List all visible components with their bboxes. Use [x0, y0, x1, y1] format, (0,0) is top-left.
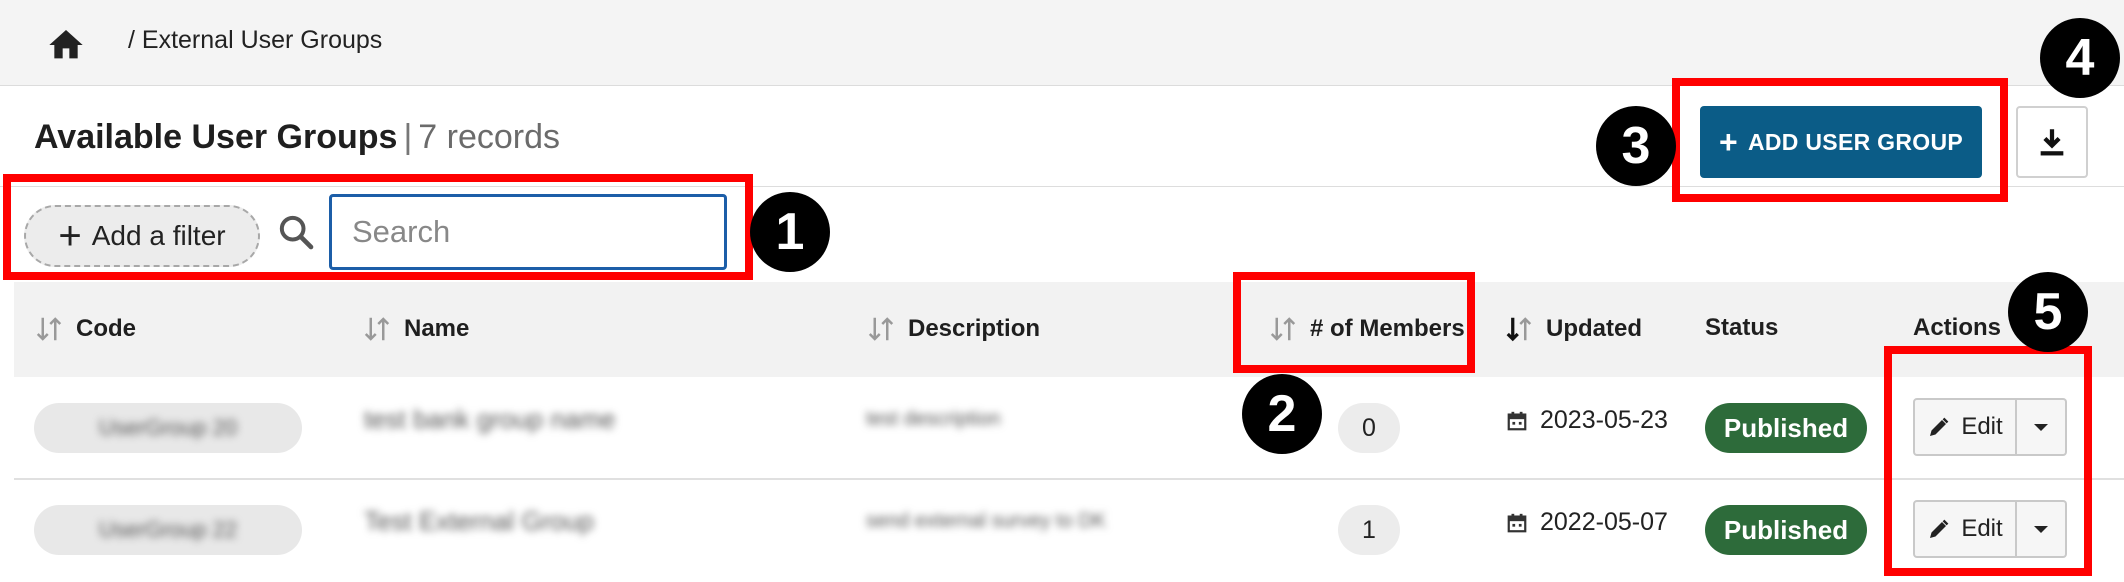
- column-header-status: Status: [1705, 314, 1778, 342]
- code-chip: UserGroup 20: [34, 403, 302, 453]
- name-value: test bank group name: [364, 404, 616, 434]
- column-label: Status: [1705, 314, 1779, 341]
- column-label: Updated: [1546, 315, 1642, 342]
- breadcrumb-separator: /: [128, 26, 135, 54]
- title-separator: |: [403, 118, 413, 156]
- updated-date: 2023-05-23: [1506, 406, 1668, 435]
- table-row: UserGroup 22 Test External Group send ex…: [14, 480, 2124, 580]
- calendar-icon: [1507, 411, 1527, 430]
- sort-icon: [364, 317, 390, 341]
- column-header-description[interactable]: Description: [866, 314, 1040, 344]
- description-value: send external survey to DK: [866, 510, 1107, 532]
- member-count: 0: [1338, 403, 1400, 453]
- updated-date: 2022-05-07: [1506, 508, 1668, 537]
- column-header-code[interactable]: Code: [34, 314, 136, 344]
- column-header-name[interactable]: Name: [362, 314, 469, 344]
- code-chip: UserGroup 22: [34, 505, 302, 555]
- description-value: test description: [866, 408, 1001, 430]
- annotation-badge-2: 2: [1242, 374, 1322, 454]
- calendar-icon: [1507, 513, 1527, 532]
- table-header: [14, 282, 2124, 377]
- code-value: UserGroup 22: [98, 517, 238, 542]
- annotation-badge-4: 4: [2040, 18, 2120, 98]
- annotation-box-filter-search: [3, 174, 753, 280]
- home-icon[interactable]: [44, 25, 88, 65]
- status-badge: Published: [1705, 505, 1867, 555]
- table-row: UserGroup 20 test bank group name test d…: [14, 378, 2124, 478]
- annotation-badge-1: 1: [750, 192, 830, 272]
- annotation-badge-5: 5: [2008, 272, 2088, 352]
- column-header-updated[interactable]: Updated: [1504, 314, 1642, 344]
- code-value: UserGroup 20: [98, 415, 238, 440]
- sort-icon: [36, 317, 62, 341]
- member-count: 1: [1338, 505, 1400, 555]
- column-label: Code: [76, 315, 136, 342]
- column-header-actions: Actions: [1913, 314, 2001, 342]
- page-title-text: Available User Groups: [34, 118, 398, 156]
- sort-icon: [868, 317, 894, 341]
- breadcrumb-current: External User Groups: [141, 26, 383, 54]
- status-badge: Published: [1705, 403, 1867, 453]
- breadcrumb: / External User Groups: [128, 26, 382, 55]
- sort-descending-icon: [1506, 317, 1532, 342]
- date-text: 2023-05-23: [1540, 406, 1668, 434]
- column-label: Name: [404, 315, 470, 342]
- download-button[interactable]: [2016, 106, 2088, 178]
- column-label: Description: [908, 315, 1041, 342]
- annotation-box-add-button: [1672, 78, 2008, 202]
- download-icon: [2040, 129, 2064, 156]
- page-title: Available User Groups | 7 records: [34, 118, 560, 157]
- annotation-box-members-column: [1233, 272, 1475, 373]
- annotation-box-actions: [1884, 346, 2092, 576]
- column-label: Actions: [1913, 314, 2002, 341]
- record-count: 7 records: [418, 118, 561, 156]
- annotation-badge-3: 3: [1596, 106, 1676, 186]
- date-text: 2022-05-07: [1540, 508, 1668, 536]
- name-value: Test External Group: [364, 506, 594, 536]
